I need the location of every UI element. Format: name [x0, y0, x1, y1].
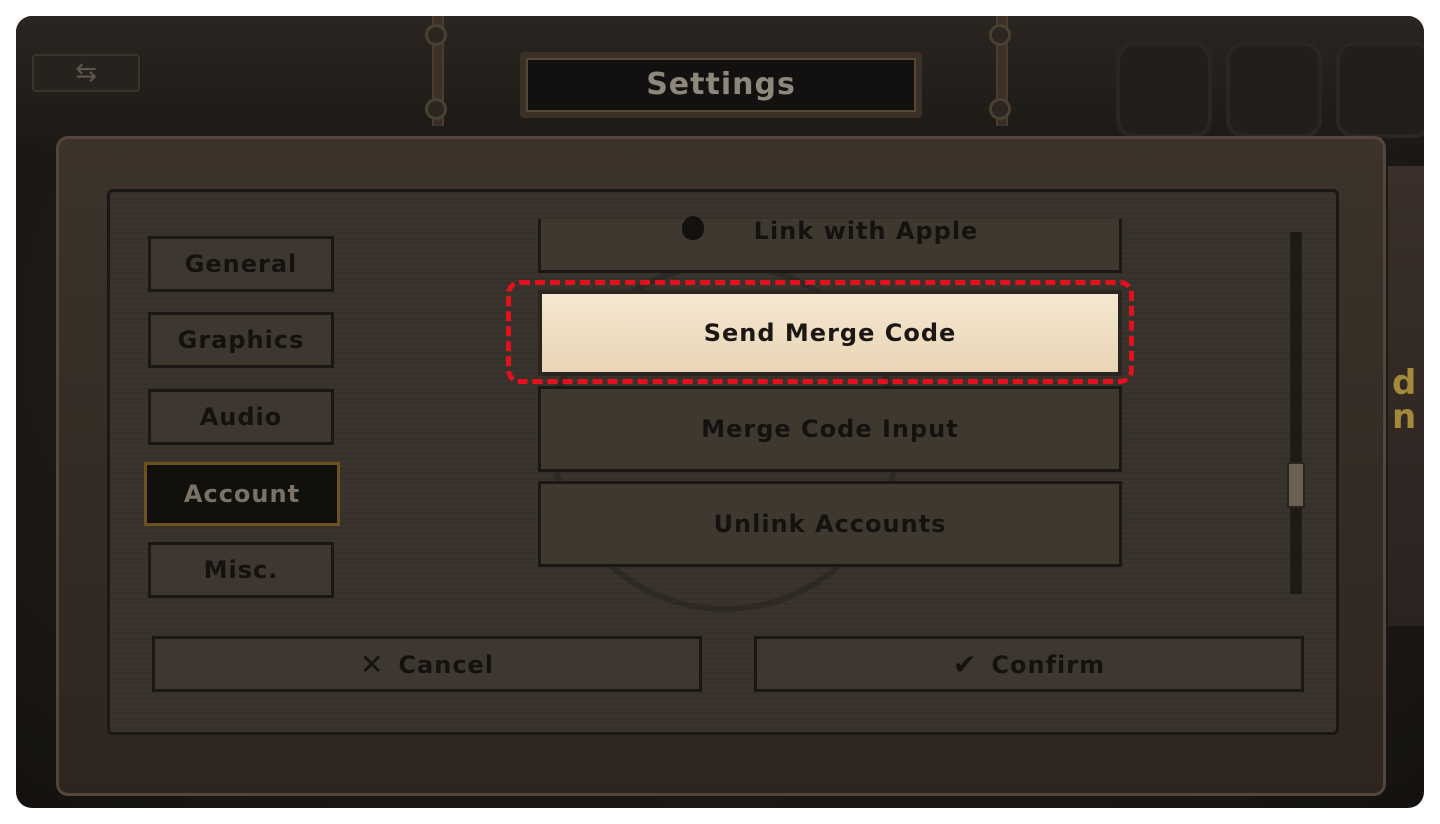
background-text: d n — [1392, 363, 1417, 437]
merge-code-input-button[interactable]: Merge Code Input — [538, 386, 1122, 472]
mail-icon[interactable] — [1116, 42, 1212, 138]
tab-label: Misc. — [203, 556, 279, 584]
game-screen: ⇆ Settings d n General Graphics Audio Ac… — [16, 16, 1424, 808]
checkmark-icon: ✔ — [952, 648, 978, 681]
tab-label: Audio — [199, 403, 283, 431]
button-label: Unlink Accounts — [713, 510, 947, 538]
inbox-icon[interactable] — [1226, 42, 1322, 138]
settings-panel: General Graphics Audio Account Misc. Lin… — [107, 189, 1339, 735]
selection-highlight-outline — [506, 280, 1134, 384]
button-label: Merge Code Input — [701, 415, 959, 443]
tab-graphics[interactable]: Graphics — [148, 312, 334, 368]
x-icon: ✕ — [359, 648, 385, 681]
apple-icon — [681, 216, 704, 240]
bolt-icon — [425, 24, 447, 46]
back-button[interactable]: ⇆ — [32, 54, 140, 92]
scroll-thumb[interactable] — [1287, 462, 1305, 508]
bolt-icon — [989, 24, 1011, 46]
tab-label: Account — [183, 480, 301, 508]
settings-dialog: General Graphics Audio Account Misc. Lin… — [56, 136, 1386, 796]
scrollbar[interactable] — [1287, 232, 1305, 594]
page-title: Settings — [526, 58, 916, 112]
tab-audio[interactable]: Audio — [148, 389, 334, 445]
tab-misc[interactable]: Misc. — [148, 542, 334, 598]
cancel-label: Cancel — [398, 651, 495, 679]
tab-general[interactable]: General — [148, 236, 334, 292]
confirm-button[interactable]: ✔ Confirm — [754, 636, 1304, 692]
button-label: Link with Apple — [753, 217, 979, 245]
back-arrows-icon: ⇆ — [75, 58, 97, 88]
tab-label: General — [184, 250, 298, 278]
title-plate: Settings — [520, 52, 922, 118]
menu-icon[interactable] — [1336, 42, 1424, 138]
tab-account[interactable]: Account — [144, 462, 340, 526]
bolt-icon — [425, 98, 447, 120]
bolt-icon — [989, 98, 1011, 120]
unlink-accounts-button[interactable]: Unlink Accounts — [538, 481, 1122, 567]
cancel-button[interactable]: ✕ Cancel — [152, 636, 702, 692]
link-apple-button[interactable]: Link with Apple — [538, 216, 1122, 273]
confirm-label: Confirm — [991, 651, 1106, 679]
tab-label: Graphics — [177, 326, 305, 354]
